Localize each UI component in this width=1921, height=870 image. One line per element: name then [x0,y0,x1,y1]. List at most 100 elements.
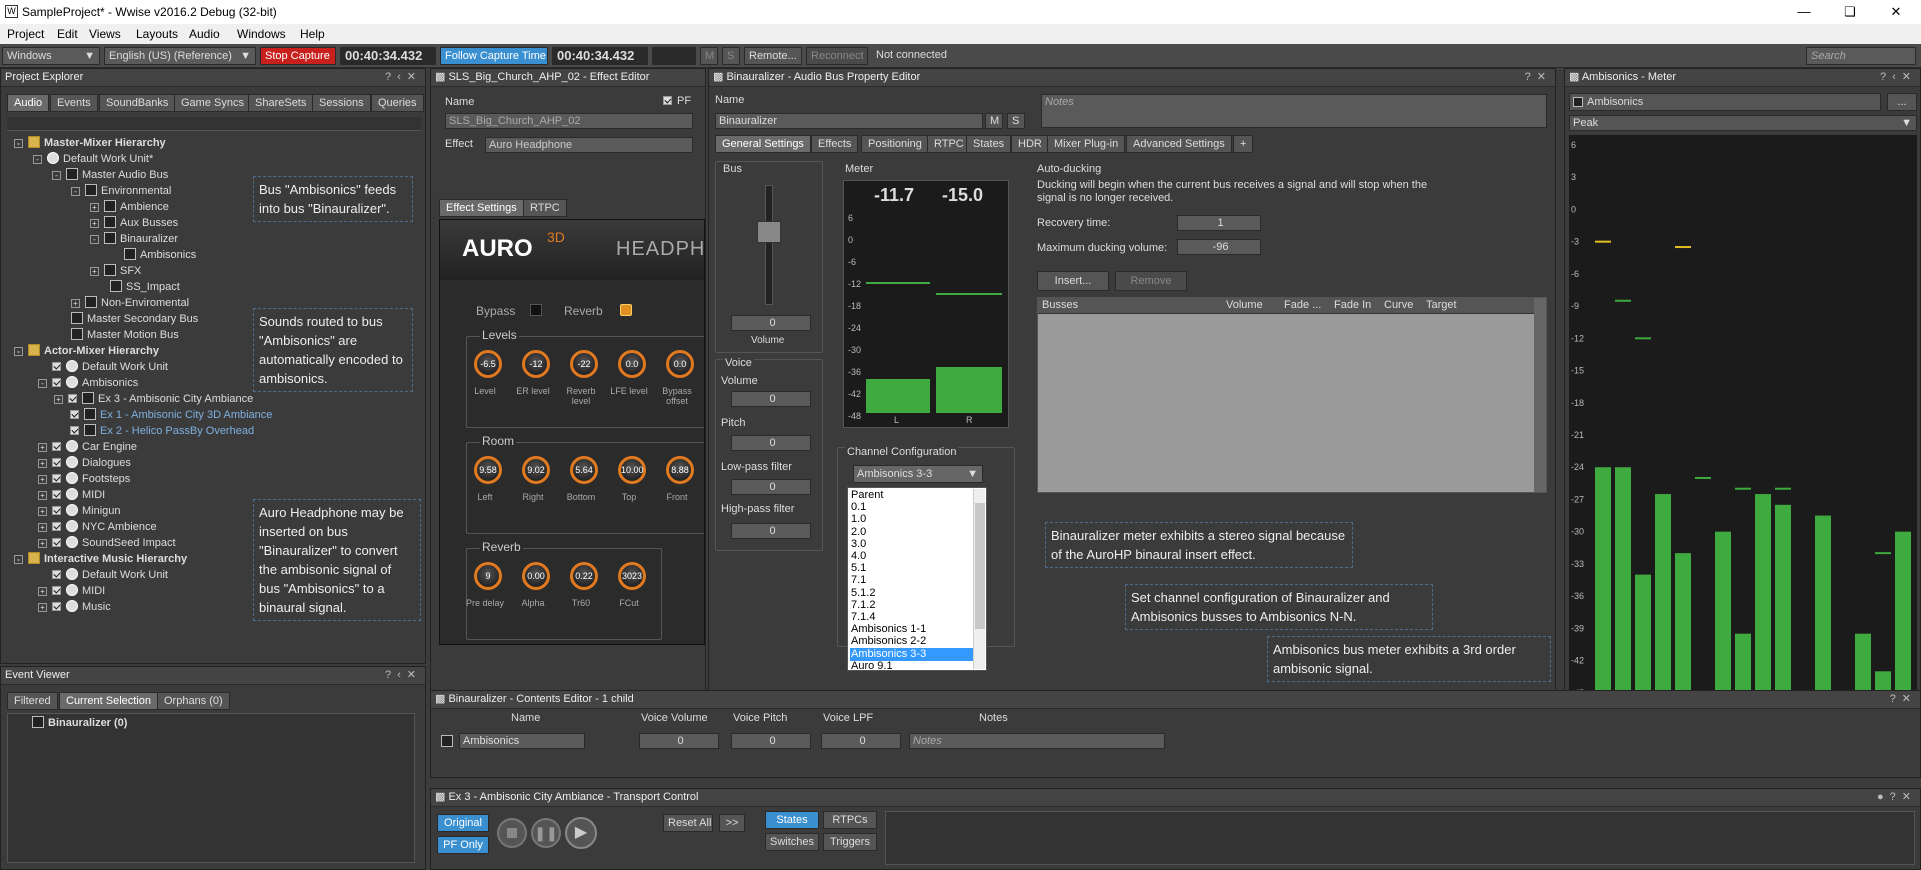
dropdown-option[interactable]: 3.0 [850,538,973,551]
dropdown-option[interactable]: 1.0 [850,513,973,526]
knob-control[interactable]: 5.64 [570,456,598,484]
follow-capture-time-button[interactable]: Follow Capture Time [440,47,548,65]
channel-config-select[interactable]: Ambisonics 3-3 ▼ [853,465,983,483]
mute-button[interactable]: M [700,47,718,65]
panel-controls[interactable]: ?‹✕ [1880,69,1917,86]
row-voice-volume[interactable]: 0 [639,733,719,749]
knob-control[interactable]: 9.58 [474,456,502,484]
tree-item[interactable]: + Footsteps [38,471,130,487]
tree-item[interactable]: + SFX [90,263,141,279]
tree-item[interactable]: + Non-Enviromental [71,295,189,311]
tree-item[interactable]: Ambisonics [124,247,196,263]
triggers-button[interactable]: Triggers [823,833,877,851]
meter-bus-field[interactable]: Ambisonics [1569,93,1881,111]
knob-control[interactable]: -22 [570,350,598,378]
tab-audio[interactable]: Audio [7,94,50,112]
insert-button[interactable]: Insert... [1037,271,1109,291]
tree-item[interactable]: + MIDI [38,583,105,599]
row-notes[interactable]: Notes [909,733,1165,749]
tree-item[interactable]: - Actor-Mixer Hierarchy [14,343,159,359]
tree-item[interactable]: - Interactive Music Hierarchy [14,551,187,567]
menu-layouts[interactable]: Layouts [136,27,178,41]
scrollbar-thumb[interactable] [975,503,985,629]
dropdown-option[interactable]: Ambisonics 1-1 [850,623,973,636]
notes-field[interactable]: Notes [1041,94,1547,128]
browse-button[interactable]: ... [1887,93,1917,111]
effect-type-field[interactable]: Auro Headphone [485,137,693,153]
mute-button[interactable]: M [985,113,1003,129]
tab-states[interactable]: States [966,135,1012,153]
knob-control[interactable]: 0.00 [522,562,550,590]
dropdown-option[interactable]: 2.0 [850,526,973,539]
stop-button[interactable] [497,818,527,848]
row-voice-lpf[interactable]: 0 [821,733,901,749]
switches-button[interactable]: Switches [765,833,819,851]
tab-soundbanks[interactable]: SoundBanks [99,94,176,112]
menu-help[interactable]: Help [300,27,325,41]
tab-effects[interactable]: Effects [811,135,859,153]
dropdown-option[interactable]: 4.0 [850,550,973,563]
max-ducking-field[interactable]: -96 [1177,239,1261,255]
states-button[interactable]: States [765,811,819,829]
tree-item[interactable]: SS_Impact [110,279,180,295]
tree-item[interactable]: + Dialogues [38,455,131,471]
reconnect-button[interactable]: Reconnect [806,47,868,65]
reverb-toggle[interactable] [620,304,632,316]
tab-game-syncs[interactable]: Game Syncs [174,94,251,112]
tree-item[interactable]: Default Work Unit [52,359,168,375]
tab-rtpc[interactable]: RTPC [927,135,971,153]
dropdown-option[interactable]: 7.1 [850,574,973,587]
reset-all-button[interactable]: Reset All [663,814,713,832]
tree-item[interactable]: - Ambisonics [38,375,138,391]
row-voice-pitch[interactable]: 0 [731,733,811,749]
knob-control[interactable]: -12 [522,350,550,378]
tree-item[interactable]: - Binauralizer [90,231,178,247]
tree-item[interactable]: + SoundSeed Impact [38,535,176,551]
bus-volume-slider[interactable] [765,185,773,305]
table-scrollbar[interactable] [1534,298,1546,492]
tab-general-settings[interactable]: General Settings [715,135,811,153]
tab-mixer-plugin[interactable]: Mixer Plug-in [1047,135,1126,153]
tab-orphans[interactable]: Orphans (0) [157,692,230,710]
stop-capture-button[interactable]: Stop Capture [260,47,336,65]
menu-windows[interactable]: Windows [237,27,286,41]
search-input[interactable]: Search [1806,47,1916,65]
tab-queries[interactable]: Queries [371,94,424,112]
tab-current-selection[interactable]: Current Selection [59,692,158,710]
knob-control[interactable]: 0.0 [666,350,694,378]
bypass-toggle[interactable] [530,304,542,316]
remote-button[interactable]: Remote... [744,47,802,65]
tab-rtpc[interactable]: RTPC [523,199,567,217]
knob-control[interactable]: -6.5 [474,350,502,378]
pitch-value[interactable]: 0 [731,435,811,451]
remove-button[interactable]: Remove [1115,271,1187,291]
tree-item[interactable]: + Car Engine [38,439,137,455]
tree-item[interactable]: Master Motion Bus [71,327,179,343]
tree-item[interactable]: + MIDI [38,487,105,503]
tree-item[interactable]: + Ambience [90,199,169,215]
dropdown-scrollbar[interactable] [973,489,985,669]
dropdown-option[interactable]: Ambisonics 2-2 [850,635,973,648]
tree-item[interactable]: + NYC Ambience [38,519,157,535]
lpf-value[interactable]: 0 [731,479,811,495]
maximize-button[interactable]: ❏ [1830,2,1870,22]
panel-controls[interactable]: ?✕ [1890,691,1917,708]
menu-audio[interactable]: Audio [189,27,220,41]
tree-item[interactable]: + Minigun [38,503,121,519]
pf-checkbox[interactable]: PF [663,95,691,107]
tab-events[interactable]: Events [50,94,98,112]
panel-controls[interactable]: ●?✕ [1877,789,1917,806]
tree-item[interactable]: Master Secondary Bus [71,311,198,327]
meter-mode-select[interactable]: Peak ▼ [1569,115,1917,131]
slider-handle[interactable] [757,221,781,243]
tree-item[interactable]: - Default Work Unit* [33,151,153,167]
row-name[interactable]: Ambisonics [459,733,585,749]
tab-positioning[interactable]: Positioning [861,135,929,153]
dropdown-option[interactable]: 0.1 [850,501,973,514]
language-select[interactable]: English (US) (Reference) ▼ [104,47,256,65]
bus-name-field[interactable]: Binauralizer [715,113,983,129]
dropdown-option[interactable]: Ambisonics 3-3 [850,647,973,661]
dropdown-option[interactable]: Auro 9.1 [850,660,973,673]
knob-control[interactable]: 9.02 [522,456,550,484]
solo-button[interactable]: S [722,47,740,65]
